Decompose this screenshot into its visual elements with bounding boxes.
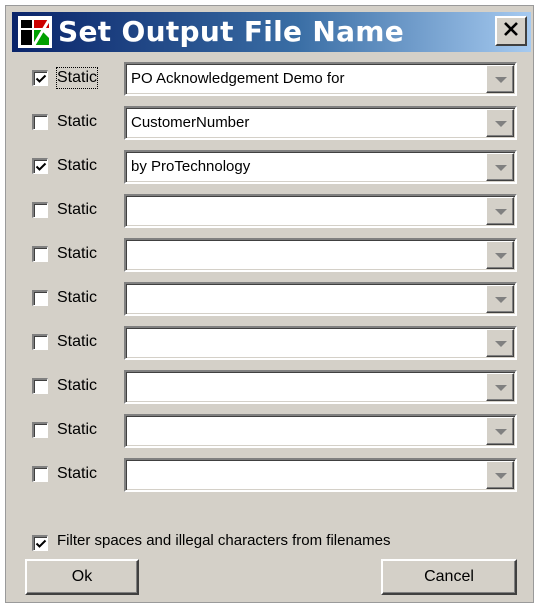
- static-checkbox[interactable]: [32, 422, 48, 438]
- field-combobox[interactable]: [124, 458, 517, 492]
- static-label: Static: [57, 333, 98, 350]
- close-icon: [503, 21, 519, 42]
- title-bar[interactable]: Set Output File Name: [12, 12, 531, 52]
- field-row: Static: [6, 370, 535, 404]
- chevron-down-icon: [495, 121, 507, 127]
- chevron-down-icon: [495, 253, 507, 259]
- field-combobox[interactable]: [124, 370, 517, 404]
- chevron-down-icon: [495, 297, 507, 303]
- app-logo-icon: [18, 16, 52, 48]
- dropdown-button[interactable]: [486, 109, 514, 137]
- field-combobox[interactable]: [124, 194, 517, 228]
- static-label: Static: [57, 201, 98, 218]
- static-label: Static: [57, 157, 98, 174]
- dropdown-button[interactable]: [486, 329, 514, 357]
- field-combobox[interactable]: by ProTechnology: [124, 150, 517, 184]
- field-combobox[interactable]: PO Acknowledgement Demo for: [124, 62, 517, 96]
- static-label: Static: [55, 67, 99, 89]
- checkmark-icon: [35, 162, 47, 171]
- dropdown-button[interactable]: [486, 153, 514, 181]
- filter-label: Filter spaces and illegal characters fro…: [57, 532, 391, 549]
- static-label: Static: [57, 289, 98, 306]
- static-label: Static: [57, 377, 98, 394]
- combobox-value: PO Acknowledgement Demo for: [131, 70, 345, 87]
- field-row: Static PO Acknowledgement Demo for: [6, 62, 535, 96]
- combobox-value: CustomerNumber: [131, 114, 250, 131]
- close-button[interactable]: [495, 16, 527, 46]
- field-combobox[interactable]: [124, 326, 517, 360]
- field-row: Static by ProTechnology: [6, 150, 535, 184]
- window-title: Set Output File Name: [58, 15, 405, 48]
- field-row: Static: [6, 238, 535, 272]
- dropdown-button[interactable]: [486, 285, 514, 313]
- static-checkbox[interactable]: [32, 334, 48, 350]
- filter-checkbox[interactable]: [32, 535, 48, 551]
- chevron-down-icon: [495, 429, 507, 435]
- static-checkbox[interactable]: [32, 290, 48, 306]
- dropdown-button[interactable]: [486, 197, 514, 225]
- ok-button[interactable]: Ok: [25, 559, 139, 595]
- chevron-down-icon: [495, 385, 507, 391]
- static-checkbox[interactable]: [32, 378, 48, 394]
- static-checkbox[interactable]: [32, 246, 48, 262]
- static-label: Static: [57, 421, 98, 438]
- field-combobox[interactable]: CustomerNumber: [124, 106, 517, 140]
- static-checkbox[interactable]: [32, 114, 48, 130]
- dropdown-button[interactable]: [486, 241, 514, 269]
- static-checkbox[interactable]: [32, 202, 48, 218]
- static-checkbox[interactable]: [32, 70, 48, 86]
- chevron-down-icon: [495, 165, 507, 171]
- checkmark-icon: [35, 539, 47, 548]
- dialog-window: Set Output File Name Static PO Acknowledg…: [5, 5, 534, 603]
- field-row: Static: [6, 194, 535, 228]
- chevron-down-icon: [495, 473, 507, 479]
- field-row: Static CustomerNumber: [6, 106, 535, 140]
- cancel-button[interactable]: Cancel: [381, 559, 517, 595]
- static-label: Static: [57, 245, 98, 262]
- chevron-down-icon: [495, 209, 507, 215]
- field-row: Static: [6, 326, 535, 360]
- static-checkbox[interactable]: [32, 466, 48, 482]
- chevron-down-icon: [495, 77, 507, 83]
- dropdown-button[interactable]: [486, 417, 514, 445]
- field-combobox[interactable]: [124, 282, 517, 316]
- dropdown-button[interactable]: [486, 65, 514, 93]
- dropdown-button[interactable]: [486, 373, 514, 401]
- static-label: Static: [57, 465, 98, 482]
- dropdown-button[interactable]: [486, 461, 514, 489]
- field-combobox[interactable]: [124, 238, 517, 272]
- field-combobox[interactable]: [124, 414, 517, 448]
- static-checkbox[interactable]: [32, 158, 48, 174]
- chevron-down-icon: [495, 341, 507, 347]
- static-label: Static: [57, 113, 98, 130]
- checkmark-icon: [35, 74, 47, 83]
- filter-option[interactable]: Filter spaces and illegal characters fro…: [6, 527, 535, 555]
- field-row: Static: [6, 414, 535, 448]
- field-row: Static: [6, 282, 535, 316]
- combobox-value: by ProTechnology: [131, 158, 251, 175]
- field-row: Static: [6, 458, 535, 492]
